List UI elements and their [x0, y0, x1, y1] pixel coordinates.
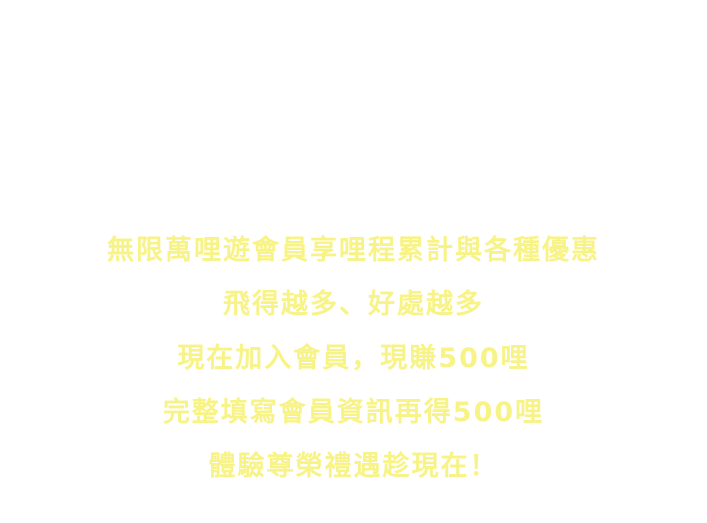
promo-line-fly-more: 飛得越多、好處越多 [223, 289, 484, 320]
promo-line-experience-now: 體驗尊榮禮遇趁現在！ [208, 451, 499, 482]
promo-text-block: 無限萬哩遊會員享哩程累計與各種優惠 飛得越多、好處越多 現在加入會員，現賺500… [0, 228, 707, 490]
promo-line-join-bonus: 現在加入會員，現賺500哩 [177, 343, 530, 374]
promo-line-profile-bonus: 完整填寫會員資訊再得500哩 [162, 397, 545, 428]
promo-line-membership-benefits: 無限萬哩遊會員享哩程累計與各種優惠 [107, 235, 600, 266]
promo-screen: 無限萬哩遊會員享哩程累計與各種優惠 飛得越多、好處越多 現在加入會員，現賺500… [0, 0, 707, 523]
